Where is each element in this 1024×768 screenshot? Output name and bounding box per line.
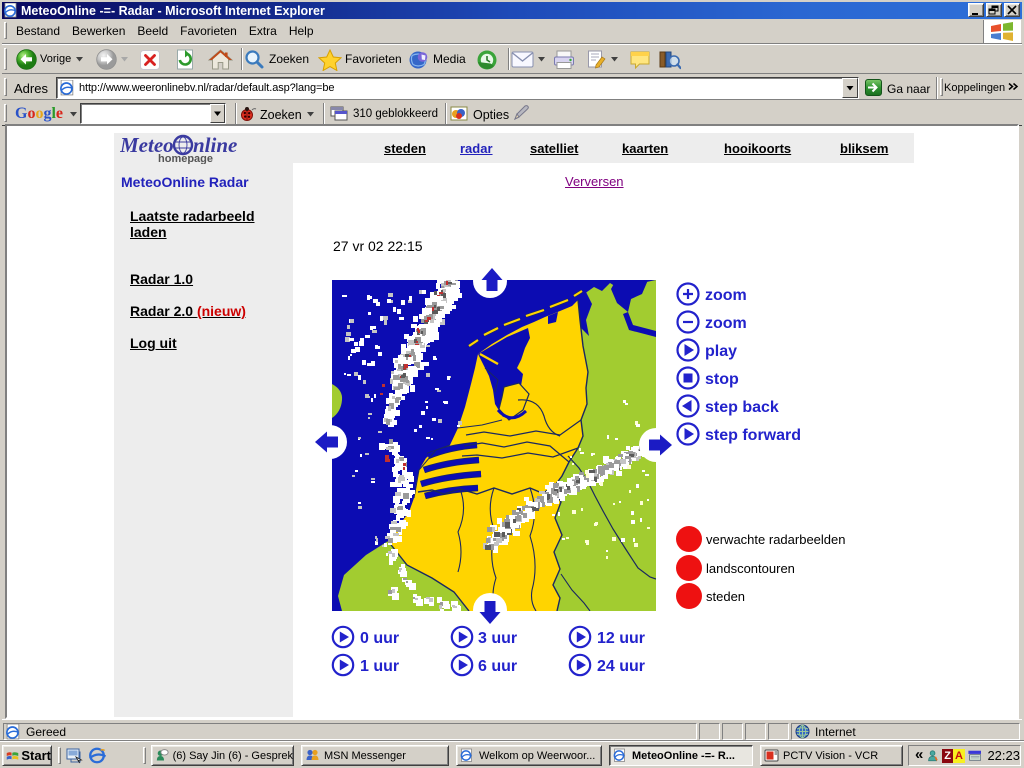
svg-text:6 uur: 6 uur — [478, 658, 517, 675]
svg-text:step back: step back — [705, 399, 779, 416]
svg-text:zoom: zoom — [705, 287, 747, 304]
svg-text:stop: stop — [705, 371, 739, 388]
svg-text:12 uur: 12 uur — [597, 630, 645, 647]
svg-text:play: play — [705, 343, 737, 360]
svg-text:0 uur: 0 uur — [360, 630, 399, 647]
svg-text:homepage: homepage — [158, 153, 213, 164]
svg-text:landscontouren: landscontouren — [706, 561, 795, 576]
svg-text:step forward: step forward — [705, 427, 801, 444]
svg-text:24 uur: 24 uur — [597, 658, 645, 675]
svg-text:steden: steden — [706, 589, 745, 604]
svg-text:1 uur: 1 uur — [360, 658, 399, 675]
svg-text:zoom: zoom — [705, 315, 747, 332]
svg-text:verwachte radarbeelden: verwachte radarbeelden — [706, 532, 845, 547]
svg-text:3 uur: 3 uur — [478, 630, 517, 647]
